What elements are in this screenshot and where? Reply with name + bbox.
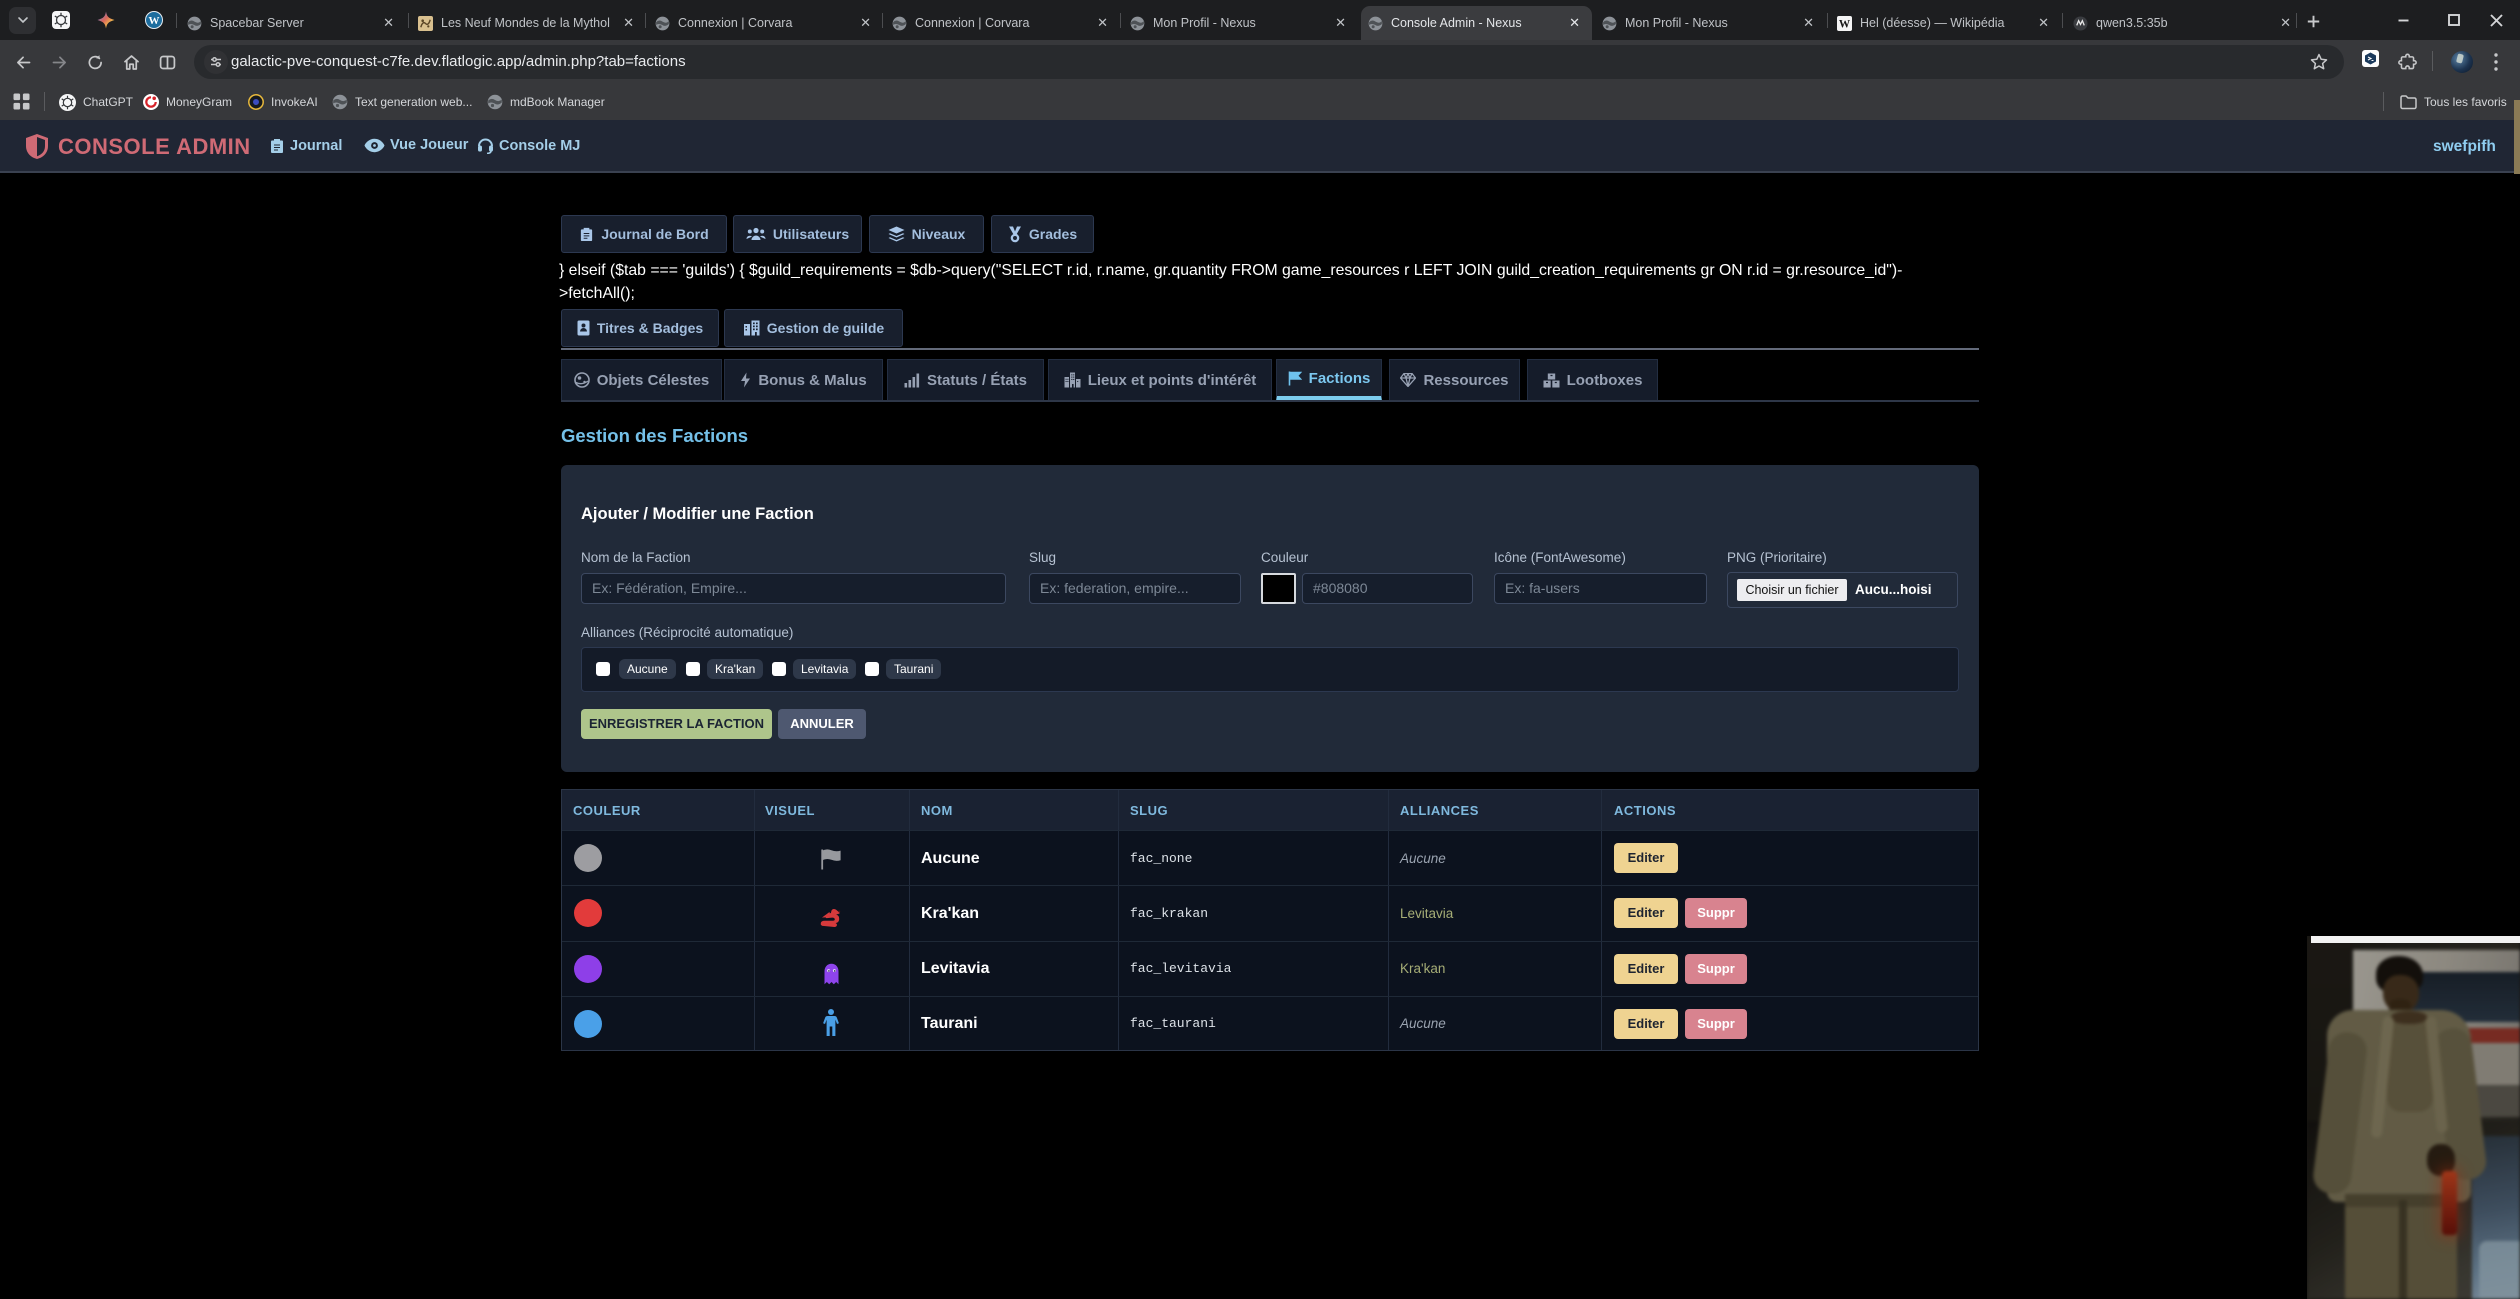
svg-text:W: W	[149, 15, 160, 27]
svg-text:W: W	[1839, 18, 1851, 30]
